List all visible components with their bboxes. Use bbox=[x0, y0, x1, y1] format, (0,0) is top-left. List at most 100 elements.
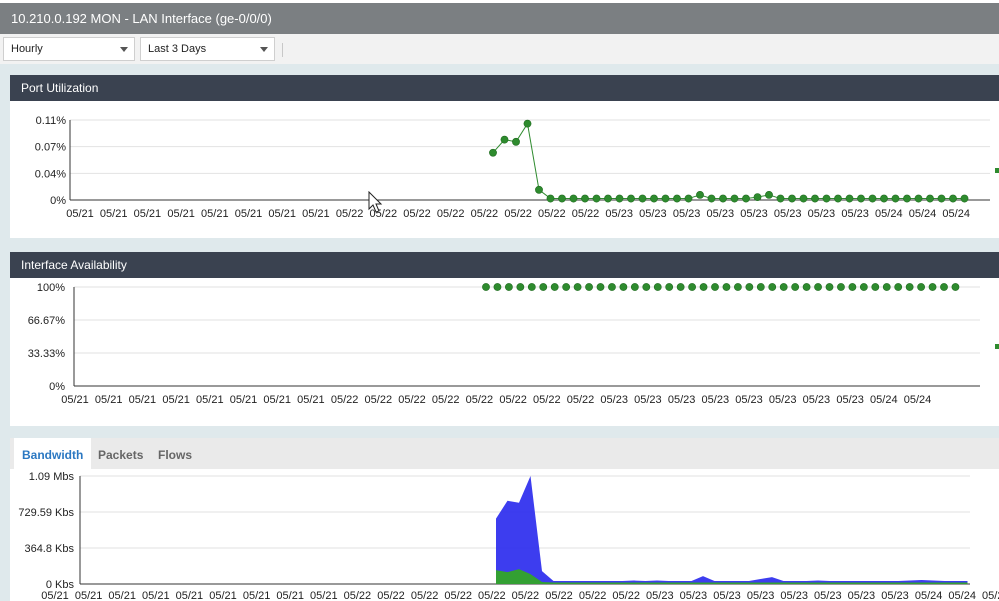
data-point bbox=[742, 194, 750, 203]
data-point bbox=[882, 283, 891, 291]
data-point bbox=[661, 194, 670, 203]
data-point bbox=[949, 194, 957, 203]
data-point bbox=[696, 191, 704, 199]
x-tick-label: 05/21 bbox=[75, 590, 103, 601]
x-tick-label: 05/21 bbox=[302, 208, 330, 220]
x-tick-label: 05/22 bbox=[478, 590, 506, 601]
x-tick-label: 05/24 bbox=[875, 208, 903, 220]
data-point bbox=[859, 283, 868, 291]
data-point bbox=[585, 283, 593, 291]
data-point bbox=[707, 194, 716, 203]
data-point bbox=[834, 194, 842, 203]
data-point bbox=[642, 283, 651, 291]
data-point bbox=[638, 194, 647, 203]
data-point bbox=[779, 283, 788, 291]
data-point bbox=[699, 283, 708, 291]
data-point bbox=[926, 194, 934, 203]
x-tick-label: 05/23 bbox=[600, 394, 628, 406]
x-tick-label: 05/21 bbox=[230, 394, 258, 406]
range-select[interactable]: Last 3 Days bbox=[140, 37, 275, 61]
x-tick-label: 05/22 bbox=[612, 590, 640, 601]
y-tick-label: 33.33% bbox=[28, 348, 66, 360]
data-point bbox=[619, 283, 628, 291]
interval-select[interactable]: Hourly bbox=[3, 37, 135, 61]
x-tick-label: 05/24 bbox=[909, 208, 937, 220]
x-tick-label: 05/23 bbox=[780, 590, 808, 601]
data-point bbox=[940, 283, 948, 291]
x-tick-label: 05/22 bbox=[466, 394, 494, 406]
x-tick-label: 05/21 bbox=[108, 590, 136, 601]
series-line bbox=[492, 122, 965, 200]
data-point bbox=[500, 135, 509, 144]
x-tick-label: 05/21 bbox=[162, 394, 190, 406]
data-point bbox=[788, 194, 796, 203]
y-tick-label: 0.04% bbox=[35, 168, 66, 180]
data-point bbox=[665, 283, 674, 291]
data-point bbox=[627, 194, 635, 203]
x-tick-label: 05/22 bbox=[579, 590, 607, 601]
legend-marker bbox=[995, 168, 999, 173]
data-point bbox=[546, 194, 555, 203]
data-point bbox=[802, 283, 811, 291]
x-tick-label: 05/21 bbox=[134, 208, 162, 220]
data-point bbox=[596, 283, 605, 291]
x-tick-label: 05/21 bbox=[61, 394, 89, 406]
x-tick-label: 05/21 bbox=[235, 208, 263, 220]
x-tick-label: 05/22 bbox=[538, 208, 566, 220]
y-tick-label: 364.8 Kbs bbox=[24, 543, 74, 555]
x-tick-label: 05/21 bbox=[66, 208, 94, 220]
y-tick-label: 100% bbox=[37, 282, 65, 294]
x-tick-label: 05/22 bbox=[504, 208, 532, 220]
data-point bbox=[482, 283, 490, 291]
interface-availability-chart: 100%66.67%33.33%0%05/21 05/21 05/21 05/21 05… bbox=[28, 282, 980, 406]
port-utilization-title: Port Utilization bbox=[21, 81, 99, 95]
data-point bbox=[765, 191, 773, 199]
data-point bbox=[845, 194, 854, 203]
port-utilization-header: Port Utilization bbox=[10, 75, 999, 101]
tab-bandwidth-label: Bandwidth bbox=[22, 448, 84, 462]
data-point bbox=[951, 283, 960, 291]
data-point bbox=[928, 283, 937, 291]
data-point bbox=[512, 137, 520, 146]
x-tick-label: 05/23 bbox=[881, 590, 909, 601]
tab-flows[interactable]: Flows bbox=[150, 438, 202, 469]
data-point bbox=[891, 194, 900, 203]
x-tick-label: 05/23 bbox=[634, 394, 662, 406]
tab-flows-label: Flows bbox=[158, 448, 193, 462]
x-tick-label: 05/24 bbox=[915, 590, 943, 601]
range-select-value: Last 3 Days bbox=[148, 43, 207, 55]
x-tick-label: 05/21 bbox=[41, 590, 69, 601]
data-point bbox=[756, 283, 765, 291]
data-point bbox=[825, 283, 834, 291]
x-tick-label: 05/23 bbox=[707, 208, 735, 220]
data-point bbox=[868, 194, 877, 203]
x-tick-label: 05/24 bbox=[948, 590, 976, 601]
data-point bbox=[504, 283, 513, 291]
data-point bbox=[684, 194, 693, 203]
port-utilization-chart: 0.11%0.07%0.04%0%05/21 05/21 05/21 05/21 05/… bbox=[35, 115, 990, 220]
chevron-down-icon bbox=[260, 47, 268, 52]
data-point bbox=[880, 194, 888, 203]
data-point bbox=[608, 283, 616, 291]
data-point bbox=[791, 283, 800, 291]
chevron-down-icon bbox=[120, 47, 128, 52]
x-tick-label: 05/24 bbox=[982, 590, 999, 601]
interval-select-value: Hourly bbox=[11, 43, 43, 55]
x-tick-label: 05/23 bbox=[808, 208, 836, 220]
data-point bbox=[871, 283, 880, 291]
data-point bbox=[814, 283, 822, 291]
x-tick-label: 05/21 bbox=[297, 394, 325, 406]
data-point bbox=[822, 194, 831, 203]
data-point bbox=[527, 283, 536, 291]
tab-bandwidth[interactable]: Bandwidth bbox=[14, 438, 91, 469]
x-tick-label: 05/21 bbox=[310, 590, 338, 601]
data-point bbox=[516, 283, 525, 291]
x-tick-label: 05/23 bbox=[848, 590, 876, 601]
data-point bbox=[917, 283, 925, 291]
tab-packets-label: Packets bbox=[98, 448, 144, 462]
data-point bbox=[730, 194, 739, 203]
tab-packets[interactable]: Packets bbox=[90, 438, 150, 469]
legend-marker bbox=[995, 344, 999, 349]
data-point bbox=[711, 283, 719, 291]
x-tick-label: 05/21 bbox=[129, 394, 157, 406]
